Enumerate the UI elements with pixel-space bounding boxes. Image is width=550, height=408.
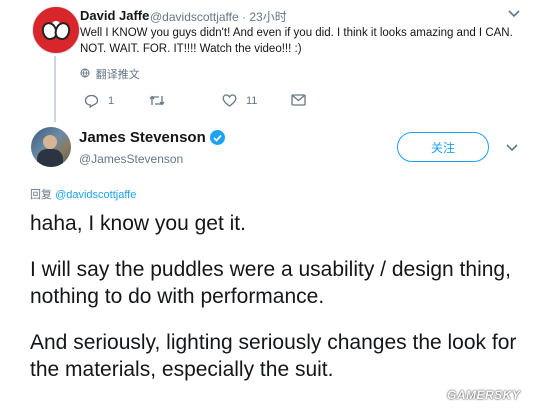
direct-message-button[interactable] [291, 94, 306, 106]
chevron-down-icon[interactable] [508, 7, 520, 21]
chevron-down-icon[interactable] [506, 141, 518, 155]
avatar-david-jaffe[interactable] [32, 6, 80, 54]
like-count: 11 [246, 94, 258, 107]
globe-icon [80, 68, 93, 81]
gamersky-watermark: GAMERSKY [447, 388, 521, 402]
heart-icon [222, 94, 237, 107]
parent-tweet-text: Well I KNOW you guys didn't! And even if… [80, 27, 513, 55]
translate-tweet-link[interactable]: 翻译推文 [80, 66, 140, 82]
reply-icon [84, 94, 99, 108]
main-tweet-text: haha, I know you get it. I will say the … [30, 210, 540, 402]
parent-author-name[interactable]: David Jaffe [80, 8, 149, 23]
tweet-paragraph: And seriously, lighting seriously change… [30, 331, 517, 381]
parent-author-handle-time[interactable]: @davidscottjaffe · 23小时 [150, 8, 287, 25]
translate-label: 翻译推文 [95, 69, 140, 81]
retweet-icon [148, 94, 166, 107]
replying-to-line: 回复 @davidscottjaffe [30, 186, 136, 202]
verified-badge-icon [209, 130, 225, 145]
main-author-name[interactable]: James Stevenson [79, 129, 206, 146]
main-author-handle[interactable]: @JamesStevenson [79, 152, 183, 166]
reply-button[interactable]: 1 [84, 94, 114, 108]
like-button[interactable]: 11 [222, 94, 257, 107]
avatar-james-stevenson[interactable] [31, 127, 71, 167]
tweet-paragraph: I will say the puddles were a usability … [30, 258, 511, 308]
follow-button[interactable]: 关注 [397, 132, 489, 162]
main-author-name-row[interactable]: James Stevenson [79, 129, 225, 146]
reply-prefix: 回复 [30, 189, 52, 201]
thread-connector-line [54, 56, 56, 122]
envelope-icon [291, 94, 306, 106]
retweet-button[interactable] [148, 94, 175, 107]
tweet-paragraph: haha, I know you get it. [30, 212, 246, 235]
reply-count: 1 [108, 95, 115, 107]
reply-mention-link[interactable]: @davidscottjaffe [55, 189, 136, 201]
